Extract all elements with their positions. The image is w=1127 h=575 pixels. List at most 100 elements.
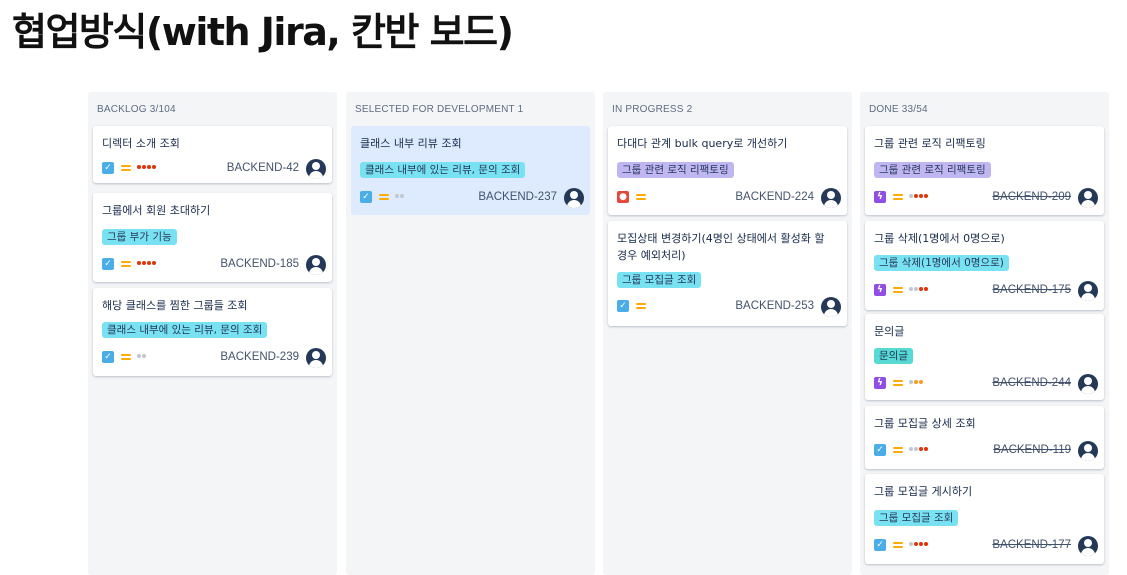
task-type-icon: ✓ <box>102 162 114 174</box>
epic-type-icon: ϟ <box>874 191 886 203</box>
column-in-progress: IN PROGRESS 2 다대다 관계 bulk query로 개선하기 그룹… <box>603 92 852 575</box>
epic-label: 그룹 부가 기능 <box>102 229 177 245</box>
column-header: SELECTED FOR DEVELOPMENT 1 <box>355 104 523 115</box>
task-type-icon: ✓ <box>874 539 886 551</box>
assignee-avatar-icon[interactable] <box>1078 536 1098 556</box>
epic-label: 그룹 모집글 조회 <box>874 510 959 526</box>
assignee-avatar-icon[interactable] <box>821 188 841 208</box>
priority-medium-icon <box>379 190 389 204</box>
column-count: 2 <box>686 104 693 115</box>
task-type-icon: ✓ <box>102 258 114 270</box>
issue-card[interactable]: 디렉터 소개 조회 ✓ BACKEND-42 <box>93 126 332 183</box>
epic-type-icon: ϟ <box>874 377 886 389</box>
bug-type-icon: ● <box>617 191 629 203</box>
epic-label: 클래스 내부에 있는 리뷰, 문의 조회 <box>360 162 526 178</box>
issue-key[interactable]: BACKEND-239 <box>220 351 299 363</box>
assignee-avatar-icon[interactable] <box>306 159 326 179</box>
task-type-icon: ✓ <box>360 191 372 203</box>
epic-label: 그룹 관련 로직 리팩토링 <box>874 162 991 178</box>
epic-label: 그룹 모집글 조회 <box>617 272 702 288</box>
issue-card[interactable]: 문의글 문의글 ϟ BACKEND-244 <box>865 314 1104 400</box>
issue-card[interactable]: 해당 클래스를 찜한 그룹들 조회 클래스 내부에 있는 리뷰, 문의 조회 ✓… <box>93 288 332 376</box>
issue-key[interactable]: BACKEND-119 <box>993 444 1071 456</box>
assignee-avatar-icon[interactable] <box>306 348 326 368</box>
card-title: 그룹 모집글 상세 조회 <box>874 417 976 430</box>
priority-medium-icon <box>893 376 903 390</box>
column-selected-for-development: SELECTED FOR DEVELOPMENT 1 클래스 내부 리뷰 조회 … <box>346 92 595 575</box>
assignee-avatar-icon[interactable] <box>1078 188 1098 208</box>
priority-medium-icon <box>121 161 131 175</box>
page-title: 협업방식(with Jira, 칸반 보드) <box>12 10 514 54</box>
column-name: BACKLOG <box>97 104 147 115</box>
column-count: 3/104 <box>149 104 176 115</box>
story-points-dots <box>137 351 147 363</box>
card-title: 문의글 <box>874 325 905 338</box>
card-title: 디렉터 소개 조회 <box>102 137 180 150</box>
task-type-icon: ✓ <box>617 300 629 312</box>
epic-type-icon: ϟ <box>874 284 886 296</box>
issue-key[interactable]: BACKEND-237 <box>478 191 557 203</box>
column-name: SELECTED FOR DEVELOPMENT <box>355 104 515 115</box>
issue-key[interactable]: BACKEND-42 <box>227 162 299 174</box>
issue-card[interactable]: 그룹 모집글 게시하기 그룹 모집글 조회 ✓ BACKEND-177 <box>865 474 1104 564</box>
story-points-dots <box>909 284 929 296</box>
story-points-dots <box>137 162 157 174</box>
issue-key[interactable]: BACKEND-224 <box>735 191 814 203</box>
column-count: 1 <box>517 104 524 115</box>
issue-card[interactable]: 그룹 모집글 상세 조회 ✓ BACKEND-119 <box>865 406 1104 469</box>
assignee-avatar-icon[interactable] <box>1078 374 1098 394</box>
assignee-avatar-icon[interactable] <box>1078 281 1098 301</box>
issue-key[interactable]: BACKEND-177 <box>992 539 1071 551</box>
column-header: DONE 33/54 <box>869 104 928 115</box>
column-count: 33/54 <box>901 104 928 115</box>
column-name: IN PROGRESS <box>612 104 684 115</box>
card-title: 그룹 모집글 게시하기 <box>874 485 973 498</box>
epic-label: 그룹 관련 로직 리팩토링 <box>617 162 734 178</box>
card-title: 다대다 관계 bulk query로 개선하기 <box>617 137 788 150</box>
issue-card[interactable]: 모집상태 변경하기(4명인 상태에서 활성화 할 경우 예외처리) 그룹 모집글… <box>608 221 847 326</box>
story-points-dots <box>909 444 929 456</box>
story-points-dots <box>909 191 929 203</box>
column-done: DONE 33/54 그룹 관련 로직 리팩토링 그룹 관련 로직 리팩토링 ϟ… <box>860 92 1109 575</box>
priority-medium-icon <box>893 443 903 457</box>
priority-medium-icon <box>893 538 903 552</box>
story-points-dots <box>909 539 929 551</box>
issue-card[interactable]: 다대다 관계 bulk query로 개선하기 그룹 관련 로직 리팩토링 ● … <box>608 126 847 215</box>
epic-label: 클래스 내부에 있는 리뷰, 문의 조회 <box>102 322 268 338</box>
card-title: 그룹 관련 로직 리팩토링 <box>874 137 986 150</box>
column-name: DONE <box>869 104 899 115</box>
priority-medium-icon <box>893 283 903 297</box>
epic-label: 문의글 <box>874 348 913 364</box>
card-title: 해당 클래스를 찜한 그룹들 조회 <box>102 299 248 312</box>
issue-key[interactable]: BACKEND-185 <box>220 258 299 270</box>
card-title: 클래스 내부 리뷰 조회 <box>360 137 462 150</box>
priority-medium-icon <box>636 299 646 313</box>
issue-card[interactable]: 그룹 삭제(1명에서 0명으로) 그룹 삭제(1명에서 0명으로) ϟ BACK… <box>865 221 1104 310</box>
card-title: 그룹 삭제(1명에서 0명으로) <box>874 232 1005 245</box>
column-backlog: BACKLOG 3/104 디렉터 소개 조회 ✓ BACKEND-42 그룹에… <box>88 92 337 575</box>
priority-medium-icon <box>893 190 903 204</box>
issue-card[interactable]: 클래스 내부 리뷰 조회 클래스 내부에 있는 리뷰, 문의 조회 ✓ BACK… <box>351 126 590 215</box>
story-points-dots <box>137 258 157 270</box>
card-title: 모집상태 변경하기(4명인 상태에서 활성화 할 경우 예외처리) <box>617 232 825 262</box>
priority-medium-icon <box>121 257 131 271</box>
assignee-avatar-icon[interactable] <box>821 297 841 317</box>
column-header: BACKLOG 3/104 <box>97 104 176 115</box>
priority-medium-icon <box>121 350 131 364</box>
story-points-dots <box>395 191 405 203</box>
assignee-avatar-icon[interactable] <box>1078 441 1098 461</box>
card-title: 그룹에서 회원 초대하기 <box>102 204 211 217</box>
epic-label: 그룹 삭제(1명에서 0명으로) <box>874 255 1009 271</box>
task-type-icon: ✓ <box>102 351 114 363</box>
task-type-icon: ✓ <box>874 444 886 456</box>
issue-card[interactable]: 그룹 관련 로직 리팩토링 그룹 관련 로직 리팩토링 ϟ BACKEND-20… <box>865 126 1104 215</box>
issue-key[interactable]: BACKEND-209 <box>992 191 1071 203</box>
issue-key[interactable]: BACKEND-253 <box>735 300 814 312</box>
issue-key[interactable]: BACKEND-175 <box>992 284 1071 296</box>
assignee-avatar-icon[interactable] <box>306 255 326 275</box>
issue-card[interactable]: 그룹에서 회원 초대하기 그룹 부가 기능 ✓ BACKEND-185 <box>93 193 332 282</box>
issue-key[interactable]: BACKEND-244 <box>992 377 1071 389</box>
priority-medium-icon <box>636 190 646 204</box>
assignee-avatar-icon[interactable] <box>564 188 584 208</box>
column-header: IN PROGRESS 2 <box>612 104 692 115</box>
